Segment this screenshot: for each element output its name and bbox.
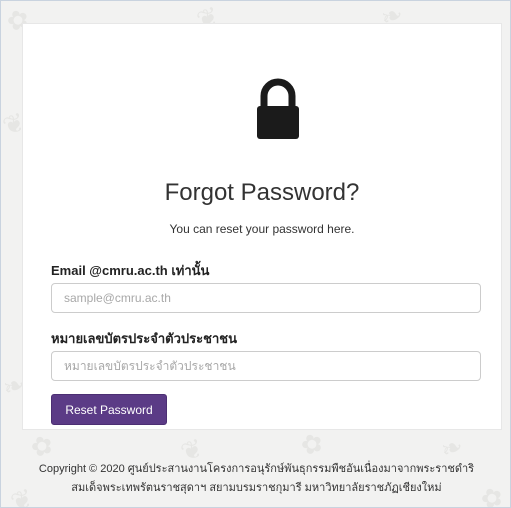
page-background: ✿ ❦ ❧ ❦ ❧ ✿ ❦ ✿ ❧ ✿ ❦ Forgot Password? Y… <box>0 0 511 508</box>
id-card-field[interactable] <box>51 351 481 381</box>
lock-icon <box>256 76 300 142</box>
page-title: Forgot Password? <box>164 179 360 206</box>
forgot-password-card: Forgot Password? You can reset your pass… <box>22 23 502 430</box>
email-field[interactable] <box>51 283 481 313</box>
background-pattern-icon: ✿ <box>296 426 328 462</box>
footer-copyright-line: Copyright © 2020 ศูนย์ประสานงานโครงการอน… <box>38 463 475 475</box>
reset-password-button[interactable]: Reset Password <box>51 394 167 425</box>
footer: Copyright © 2020 ศูนย์ประสานงานโครงการอน… <box>1 460 510 498</box>
footer-organization-line: สมเด็จพระเทพรัตนราชสุดาฯ สยามบรมราชกุมาร… <box>71 482 442 494</box>
id-card-label: หมายเลขบัตรประจำตัวประชาชน <box>51 331 237 346</box>
background-pattern-icon: ✿ <box>26 428 58 464</box>
page-subtitle: You can reset your password here. <box>169 222 355 236</box>
email-label: Email @cmru.ac.th เท่านั้น <box>51 263 210 278</box>
